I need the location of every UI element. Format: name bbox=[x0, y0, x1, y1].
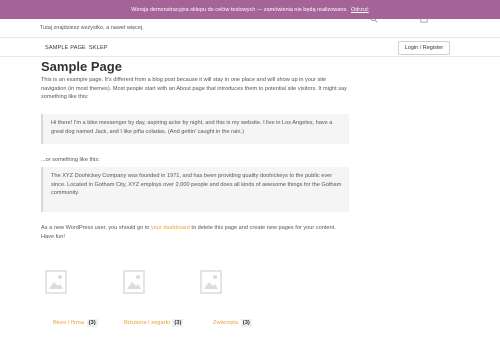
quote-block: The XYZ Doohickey Company was founded in… bbox=[41, 167, 349, 212]
nav-item-sample-page[interactable]: SAMPLE PAGE bbox=[45, 45, 86, 51]
primary-navigation: SAMPLE PAGE SKLEP Login / Register bbox=[0, 37, 500, 57]
outro-text: As a new WordPress user, you should go t… bbox=[41, 225, 151, 231]
login-register-button[interactable]: Login / Register bbox=[398, 41, 450, 55]
demo-notice-text: Wersja demonstracyjna sklepu do celów te… bbox=[131, 6, 348, 13]
quote-block: Hi there! I'm a bike messenger by day, a… bbox=[41, 114, 349, 144]
image-placeholder-icon[interactable] bbox=[200, 270, 222, 294]
page-content: Sample Page This is an example page. It'… bbox=[41, 58, 351, 240]
category-label[interactable]: Zwierzęta (3) bbox=[213, 319, 252, 327]
category-item[interactable] bbox=[200, 270, 260, 299]
category-name[interactable]: Biuro i firma bbox=[53, 320, 84, 326]
dismiss-notice-link[interactable]: Odrzuć bbox=[351, 7, 369, 13]
category-item[interactable] bbox=[123, 270, 183, 299]
dashboard-link[interactable]: your dashboard bbox=[151, 225, 190, 231]
nav-item-sklep[interactable]: SKLEP bbox=[89, 45, 108, 51]
image-placeholder-icon[interactable] bbox=[123, 270, 145, 294]
demo-store-notice: Wersja demonstracyjna sklepu do celów te… bbox=[0, 0, 500, 19]
outro-paragraph: As a new WordPress user, you should go t… bbox=[41, 224, 341, 241]
image-placeholder-icon[interactable] bbox=[45, 270, 67, 294]
category-label[interactable]: Biżuteria i zegarki (3) bbox=[124, 319, 184, 327]
category-item[interactable] bbox=[45, 270, 105, 299]
intro-paragraph: This is an example page. It's different … bbox=[41, 77, 347, 101]
category-name[interactable]: Zwierzęta bbox=[213, 320, 238, 326]
category-label[interactable]: Biuro i firma (3) bbox=[53, 319, 98, 327]
page-title: Sample Page bbox=[41, 59, 122, 74]
category-name[interactable]: Biżuteria i zegarki bbox=[124, 320, 170, 326]
category-count: (3) bbox=[86, 319, 98, 327]
category-count: (3) bbox=[240, 319, 252, 327]
category-count: (3) bbox=[172, 319, 184, 327]
site-tagline: Tutaj znajdziesz wszystko, a nawet więce… bbox=[40, 25, 144, 31]
or-paragraph: ...or something like this: bbox=[41, 157, 100, 163]
